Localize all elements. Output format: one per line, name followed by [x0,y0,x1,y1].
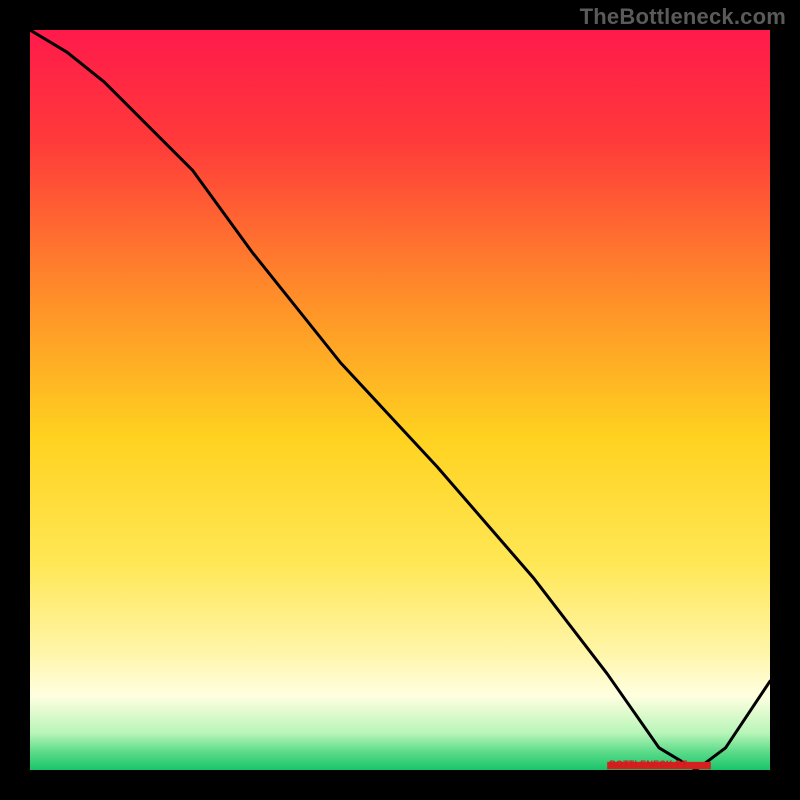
attribution-text: TheBottleneck.com [580,4,786,30]
chart-frame: TheBottleneck.com BOTTLENECK PT [0,0,800,800]
plot-area: BOTTLENECK PT [30,30,770,770]
gradient-rect [30,30,770,770]
bottleneck-marker-label: BOTTLENECK PT [609,759,687,769]
plot-svg [30,30,770,770]
